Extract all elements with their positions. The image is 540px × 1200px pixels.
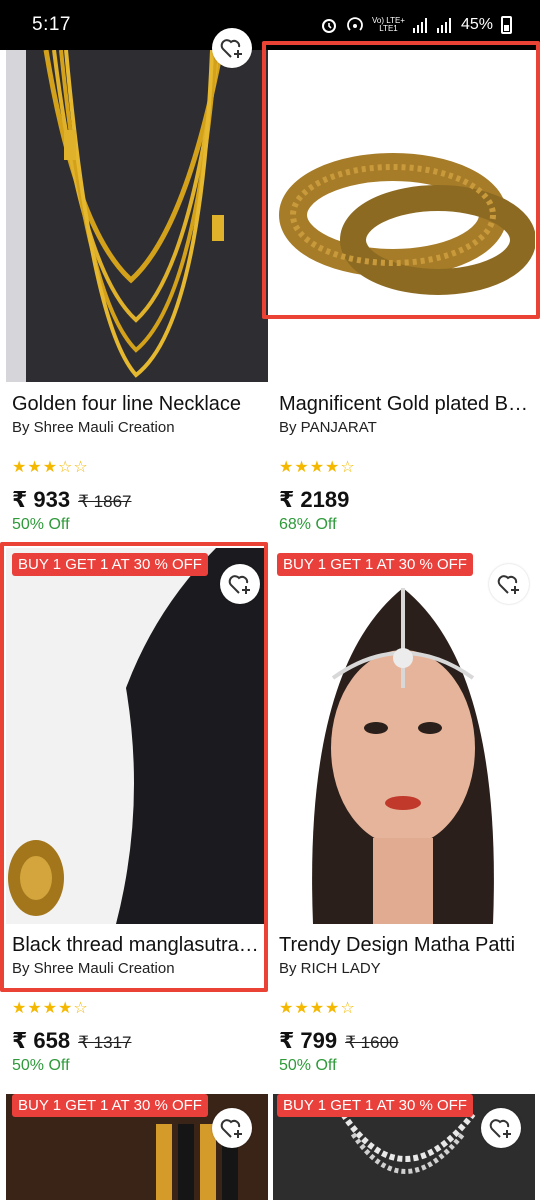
discount-label: 50% Off: [12, 516, 70, 533]
product-card[interactable]: BUY 1 GET 1 AT 30 % OFF: [6, 1094, 268, 1200]
product-image[interactable]: [6, 50, 268, 382]
wishlist-button[interactable]: [212, 1108, 252, 1148]
wishlist-button[interactable]: [212, 28, 252, 68]
product-card[interactable]: BUY 1 GET 1 AT 30 % OFF Trendy Design Ma…: [273, 548, 535, 1088]
original-price: ₹ 1867: [78, 492, 132, 511]
offer-badge: BUY 1 GET 1 AT 30 % OFF: [277, 553, 473, 576]
status-icons: Vo) LTE+ LTE1 45%: [320, 16, 512, 34]
discount-label: 50% Off: [12, 1057, 70, 1074]
offer-badge: BUY 1 GET 1 AT 30 % OFF: [12, 1094, 208, 1117]
product-card[interactable]: Magnificent Gold plated Bangles By PANJA…: [273, 50, 535, 540]
current-price: ₹ 658: [12, 1028, 71, 1053]
wishlist-button[interactable]: [481, 1108, 521, 1148]
rating-stars: ★★★☆☆: [12, 459, 89, 476]
product-brand: By Shree Mauli Creation: [12, 419, 175, 436]
product-title[interactable]: Golden four line Necklace: [12, 393, 264, 416]
signal-icon-2: [436, 18, 451, 33]
product-image[interactable]: [273, 548, 535, 924]
heart-plus-icon: [220, 1119, 242, 1138]
product-card[interactable]: BUY 1 GET 1 AT 30 % OFF: [273, 1094, 535, 1200]
rating-stars: ★★★★☆: [279, 459, 356, 476]
network-type: Vo) LTE+ LTE1: [371, 16, 405, 33]
discount-label: 50% Off: [279, 1057, 337, 1074]
wishlist-button[interactable]: [220, 564, 260, 604]
current-price: ₹ 933: [12, 487, 71, 512]
product-image[interactable]: [6, 548, 268, 924]
heart-plus-icon: [497, 575, 519, 594]
status-bar: 5:17 Vo) LTE+ LTE1 45%: [0, 0, 540, 50]
product-card[interactable]: BUY 1 GET 1 AT 30 % OFF Black thread man…: [6, 548, 268, 1088]
current-price: ₹ 2189: [279, 487, 350, 512]
product-price: ₹ 799 ₹ 1600: [279, 1028, 399, 1054]
signal-icon: [412, 18, 427, 33]
current-price: ₹ 799: [279, 1028, 338, 1053]
product-brand: By RICH LADY: [279, 960, 381, 977]
product-image[interactable]: [273, 50, 535, 382]
original-price: ₹ 1317: [78, 1033, 132, 1052]
product-title[interactable]: Black thread manglasutra pendant: [12, 934, 264, 957]
rating-stars: ★★★★☆: [12, 1000, 89, 1017]
offer-badge: BUY 1 GET 1 AT 30 % OFF: [12, 553, 208, 576]
wishlist-button[interactable]: [489, 564, 529, 604]
product-brand: By PANJARAT: [279, 419, 377, 436]
offer-badge: BUY 1 GET 1 AT 30 % OFF: [277, 1094, 473, 1117]
status-time: 5:17: [32, 14, 71, 35]
heart-plus-icon: [220, 39, 242, 58]
product-card[interactable]: Golden four line Necklace By Shree Mauli…: [6, 28, 268, 540]
rating-stars: ★★★★☆: [279, 1000, 356, 1017]
alarm-icon: [321, 19, 336, 33]
product-title[interactable]: Trendy Design Matha Patti: [279, 934, 531, 957]
product-price: ₹ 2189: [279, 487, 349, 513]
product-title[interactable]: Magnificent Gold plated Bangles: [279, 393, 531, 416]
heart-plus-icon: [489, 1119, 511, 1138]
discount-label: 68% Off: [279, 516, 337, 533]
heart-plus-icon: [228, 575, 250, 594]
product-price: ₹ 933 ₹ 1867: [12, 487, 132, 513]
battery-percent: 45%: [460, 16, 493, 33]
battery-icon: [501, 16, 512, 34]
original-price: ₹ 1600: [345, 1033, 399, 1052]
hotspot-icon: [347, 17, 363, 31]
product-price: ₹ 658 ₹ 1317: [12, 1028, 132, 1054]
product-brand: By Shree Mauli Creation: [12, 960, 175, 977]
